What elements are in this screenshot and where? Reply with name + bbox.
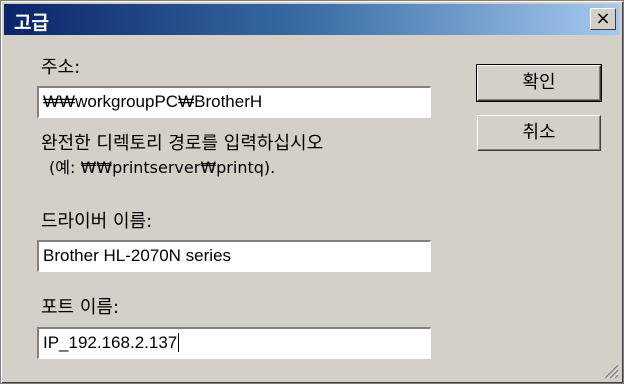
address-hint-line2: (예: ₩₩printserver₩printq). [49,158,276,177]
advanced-dialog: 고급 × 주소: ₩₩workgroupPC₩BrotherH 완전한 디렉토리… [0,0,624,384]
driver-name-value: Brother HL-2070N series [43,246,232,265]
cancel-button[interactable]: 취소 [477,115,601,151]
port-name-value: IP_192.168.2.137 [43,333,180,352]
dialog-title: 고급 [14,12,49,34]
port-name-label: 포트 이름: [41,297,120,318]
address-label: 주소: [41,57,81,78]
address-hint-line1: 완전한 디렉토리 경로를 입력하십시오 [41,133,324,154]
address-value: ₩₩workgroupPC₩BrotherH [43,92,263,111]
ok-button[interactable]: 확인 [476,64,602,102]
driver-name-input[interactable]: Brother HL-2070N series [37,240,431,272]
address-input[interactable]: ₩₩workgroupPC₩BrotherH [37,86,431,118]
port-name-input[interactable]: IP_192.168.2.137 [37,327,431,359]
close-button[interactable]: × [590,8,616,30]
resize-grip-icon[interactable] [601,361,619,379]
title-bar[interactable]: 고급 × [4,4,620,35]
driver-name-label: 드라이버 이름: [41,211,153,232]
